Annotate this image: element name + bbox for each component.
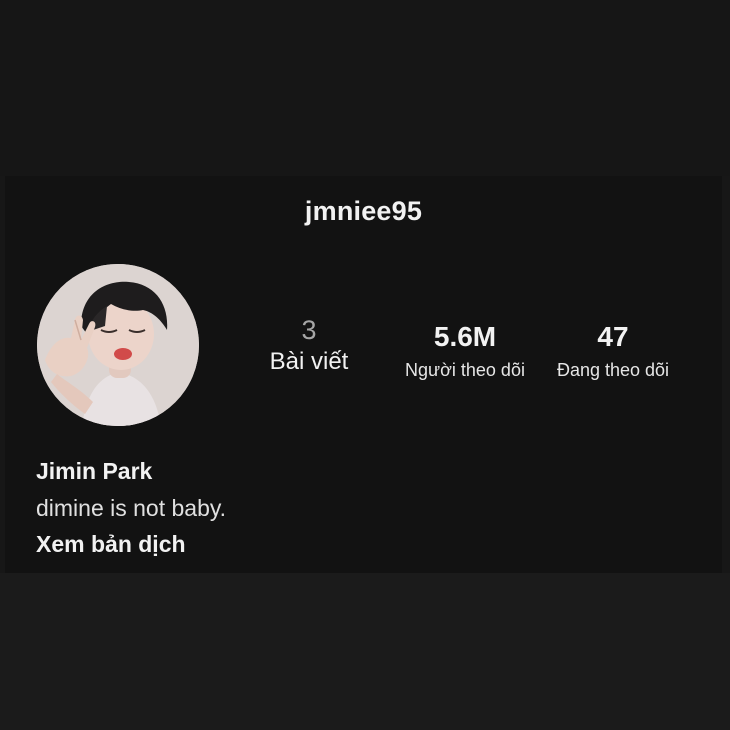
followers-count: 5.6M <box>433 321 497 352</box>
posts-count: 3 <box>301 315 317 345</box>
profile-header: jmniee95 3 Bài viết 5.6M Người theo dõi … <box>5 176 722 573</box>
bottom-black-band <box>0 573 730 730</box>
avatar-photo <box>37 264 199 426</box>
profile-username[interactable]: jmniee95 <box>5 196 722 227</box>
stat-following[interactable]: 47 Đang theo dõi <box>543 321 683 382</box>
display-name: Jimin Park <box>36 458 153 484</box>
screenshot-frame: jmniee95 3 Bài viết 5.6M Người theo dõi … <box>0 0 730 730</box>
see-translation-link[interactable]: Xem bản dịch <box>36 531 186 558</box>
following-label: Đang theo dõi <box>556 360 670 380</box>
posts-label: Bài viết <box>269 348 349 375</box>
top-black-band <box>0 0 730 176</box>
stat-posts[interactable]: 3 Bài viết <box>253 315 365 377</box>
following-count: 47 <box>597 321 629 352</box>
avatar[interactable] <box>37 264 199 426</box>
stat-followers[interactable]: 5.6M Người theo dõi <box>390 321 540 382</box>
bio-text: dimine is not baby. <box>36 495 227 521</box>
followers-label: Người theo dõi <box>405 360 525 380</box>
